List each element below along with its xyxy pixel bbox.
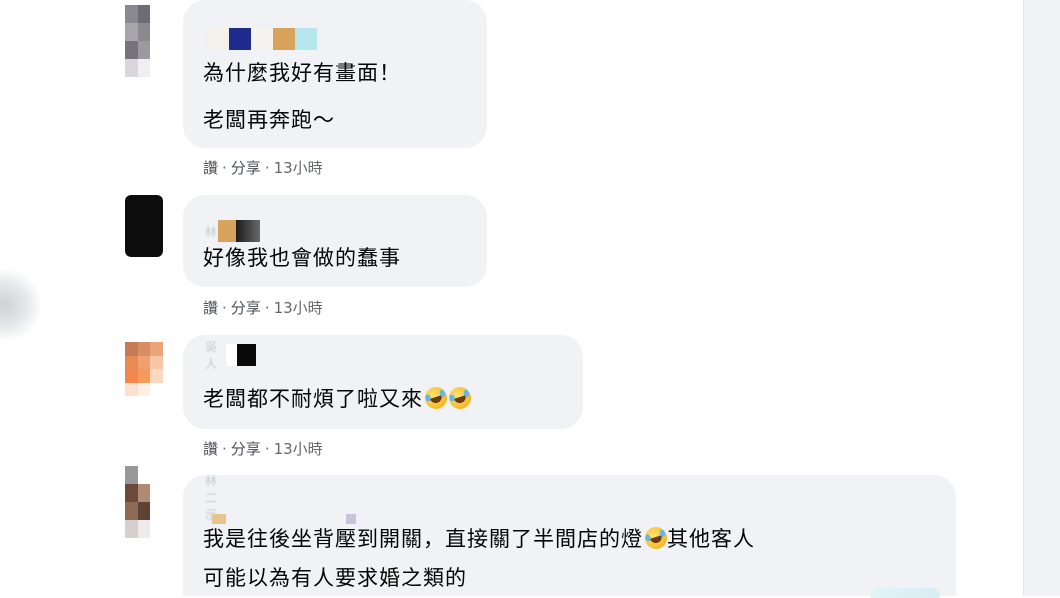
blurred-edge xyxy=(0,270,40,340)
avatar[interactable] xyxy=(125,5,163,77)
partial-element xyxy=(870,588,940,598)
comment-actions: 讚 · 分享 · 13小時 xyxy=(203,297,323,318)
comment-text: 可能以為有人要求婚之類的 xyxy=(203,566,467,590)
comment-text: 為什麼我好有畫面！ xyxy=(203,61,401,85)
timestamp[interactable]: 13小時 xyxy=(274,440,323,458)
share-link[interactable]: 分享 xyxy=(231,440,261,458)
separator: · xyxy=(222,440,227,458)
avatar[interactable] xyxy=(125,195,163,257)
comment-actions: 讚 · 分享 · 13小時 xyxy=(203,438,323,459)
share-link[interactable]: 分享 xyxy=(231,299,261,317)
separator: · xyxy=(264,159,270,177)
comment-text-content: 老闆都不耐煩了啦又來 xyxy=(203,387,423,411)
face-with-tears-of-joy-icon xyxy=(642,524,670,552)
comment-text-content: 其他客人 xyxy=(667,527,755,551)
commenter-name-redacted[interactable] xyxy=(205,28,317,50)
separator: · xyxy=(264,299,270,317)
timestamp[interactable]: 13小時 xyxy=(274,299,323,317)
comment-text: 老闆都不耐煩了啦又來 xyxy=(203,383,474,413)
separator: · xyxy=(222,299,227,317)
commenter-name-redacted[interactable]: 林 xyxy=(205,220,261,242)
like-link[interactable]: 讚 xyxy=(203,159,218,177)
separator: · xyxy=(264,440,270,458)
comment-text: 我是往後坐背壓到開關，直接關了半間店的燈 其他客人 xyxy=(203,523,755,553)
comment-text: 老闆再奔跑～ xyxy=(203,108,335,132)
separator: · xyxy=(222,159,227,177)
share-link[interactable]: 分享 xyxy=(231,159,261,177)
like-link[interactable]: 讚 xyxy=(203,299,218,317)
commenter-name-redacted[interactable]: 吳人 xyxy=(205,340,257,371)
face-with-tears-of-joy-icon xyxy=(422,384,450,412)
face-with-tears-of-joy-icon xyxy=(446,384,474,412)
comment-text-content: 我是往後坐背壓到開關，直接關了半間店的燈 xyxy=(203,527,643,551)
scrollbar-track[interactable] xyxy=(1023,0,1060,596)
avatar[interactable] xyxy=(125,466,163,538)
comment-text: 好像我也會做的蠢事 xyxy=(203,246,401,270)
like-link[interactable]: 讚 xyxy=(203,440,218,458)
avatar[interactable] xyxy=(125,342,163,396)
timestamp[interactable]: 13小時 xyxy=(274,159,323,177)
commenter-name-redacted[interactable]: 林二示 xyxy=(205,474,218,522)
comment-actions: 讚 · 分享 · 13小時 xyxy=(203,157,323,178)
